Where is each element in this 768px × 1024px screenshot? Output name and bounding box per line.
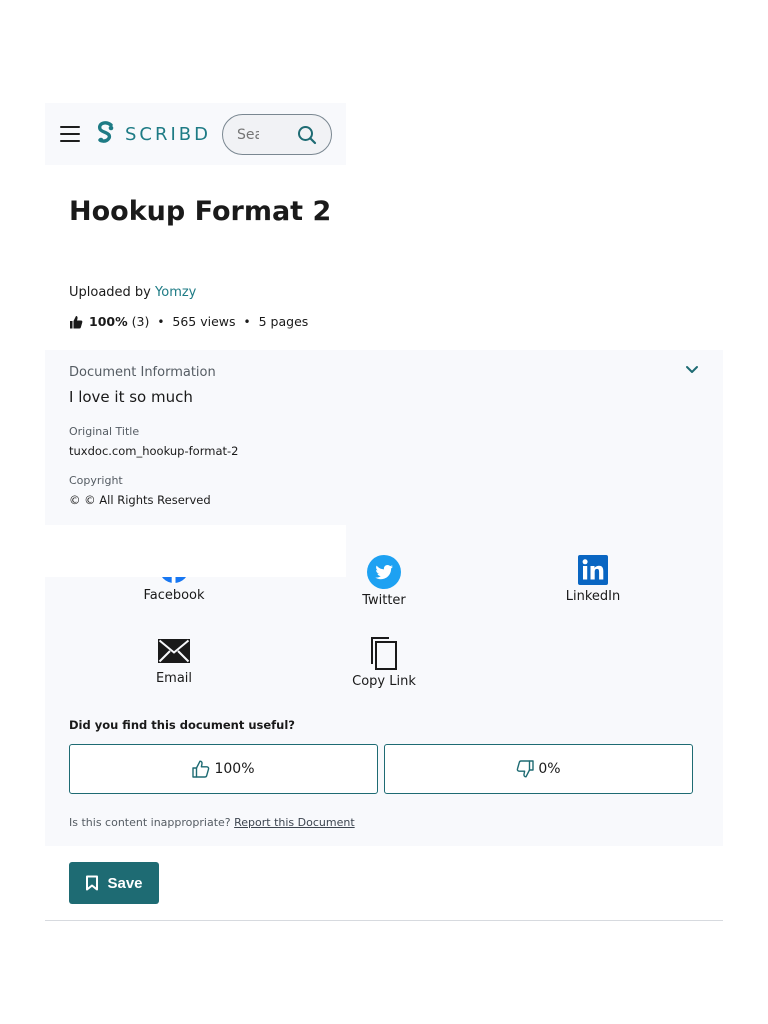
- placeholder-block: [45, 525, 346, 577]
- useful-question: Did you find this document useful?: [69, 718, 295, 732]
- uploaded-by: Uploaded by Yomzy: [69, 285, 196, 300]
- email-icon: [158, 639, 190, 663]
- inappropriate-text: Is this content inappropriate?: [69, 816, 231, 829]
- separator-dot: •: [243, 314, 251, 329]
- chevron-down-icon[interactable]: [685, 362, 699, 376]
- share-copy-link-label: Copy Link: [352, 674, 416, 689]
- twitter-icon: [367, 555, 401, 589]
- search-box[interactable]: [222, 114, 332, 155]
- document-info-heading: Document Information: [69, 365, 216, 380]
- upvote-percent: 100%: [214, 761, 255, 777]
- scribd-logo-icon: [98, 121, 114, 143]
- rating-count: (3): [131, 314, 150, 329]
- share-facebook-label: Facebook: [143, 588, 205, 603]
- search-icon[interactable]: [297, 125, 317, 145]
- document-stats: 100% (3) • 565 views • 5 pages: [69, 314, 308, 329]
- thumbs-up-outline-icon: [192, 760, 210, 778]
- uploader-link[interactable]: Yomzy: [155, 285, 196, 300]
- document-title: Hookup Format 2: [69, 196, 332, 227]
- report-line: Is this content inappropriate? Report th…: [69, 816, 355, 829]
- share-linkedin[interactable]: LinkedIn: [533, 555, 653, 604]
- copyright-value: © © All Rights Reserved: [69, 493, 211, 507]
- thumbs-up-icon: [70, 315, 83, 328]
- document-description: I love it so much: [69, 388, 193, 406]
- uploaded-by-label: Uploaded by: [69, 285, 151, 300]
- divider: [45, 920, 723, 921]
- upvote-button[interactable]: 100%: [69, 744, 378, 794]
- linkedin-icon: [578, 555, 608, 585]
- share-copy-link[interactable]: Copy Link: [324, 636, 444, 689]
- copy-icon: [371, 637, 397, 670]
- pages-count: 5 pages: [258, 314, 309, 329]
- separator-dot: •: [157, 314, 165, 329]
- save-button[interactable]: Save: [69, 862, 159, 904]
- document-info-panel: Document Information I love it so much O…: [45, 350, 723, 846]
- views-count: 565 views: [172, 314, 236, 329]
- copyright-label: Copyright: [69, 474, 123, 487]
- bookmark-icon: [86, 875, 99, 891]
- original-title-value: tuxdoc.com_hookup-format-2: [69, 444, 239, 458]
- logo-text: SCRIBD: [125, 123, 212, 145]
- save-label: Save: [107, 874, 143, 892]
- downvote-percent: 0%: [538, 761, 561, 777]
- downvote-button[interactable]: 0%: [384, 744, 693, 794]
- report-document-link[interactable]: Report this Document: [234, 816, 355, 829]
- search-input[interactable]: [237, 125, 259, 145]
- rating-percent: 100%: [89, 314, 128, 329]
- share-email-label: Email: [155, 671, 193, 686]
- top-bar: SCRIBD: [45, 103, 346, 165]
- thumbs-down-outline-icon: [517, 760, 535, 778]
- share-twitter-label: Twitter: [362, 593, 406, 608]
- scribd-logo[interactable]: SCRIBD: [95, 121, 211, 147]
- share-email[interactable]: Email: [114, 639, 234, 686]
- original-title-label: Original Title: [69, 425, 140, 438]
- share-linkedin-label: LinkedIn: [565, 589, 621, 604]
- menu-icon[interactable]: [60, 126, 80, 142]
